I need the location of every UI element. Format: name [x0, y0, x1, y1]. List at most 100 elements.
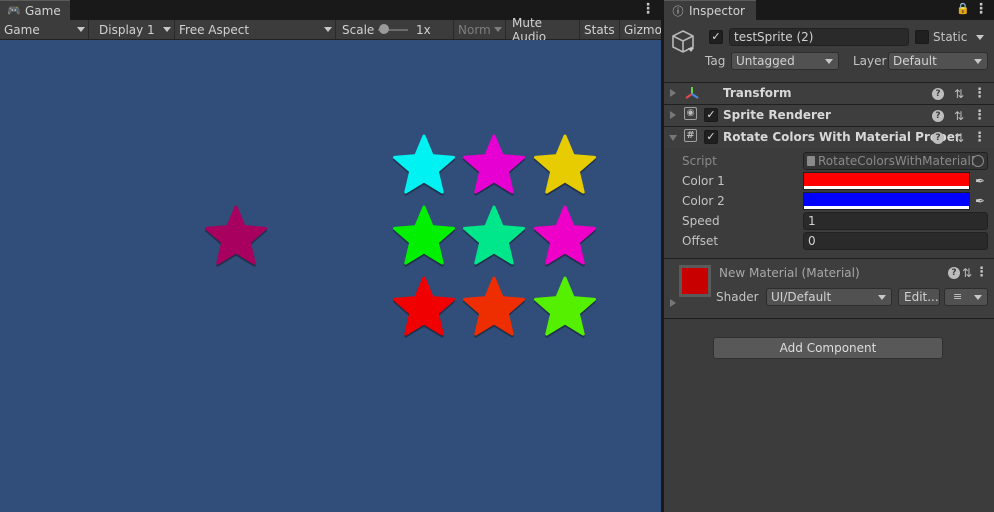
foldout-arrow-icon[interactable] [670, 111, 676, 119]
gizmos-label: Gizmo [624, 22, 661, 37]
tab-inspector[interactable]: ⓘ Inspector [664, 0, 756, 20]
static-checkbox[interactable] [915, 30, 929, 44]
scale-slider-thumb[interactable] [379, 24, 389, 34]
alpha-bar [804, 186, 969, 189]
sprite-renderer-header[interactable]: ◉ ✓ Sprite Renderer ? ⇅ ⋮ [664, 104, 994, 126]
component-menu-icon[interactable]: ⋮ [973, 86, 986, 102]
gamepad-icon: 🎮 [7, 4, 21, 17]
chevron-down-icon [494, 27, 502, 32]
script-value: RotateColorsWithMaterialP [818, 154, 979, 168]
script-hash-icon: # [684, 129, 697, 142]
list-icon: ≡ [953, 290, 963, 303]
tag-label: Tag [705, 54, 726, 68]
scale-value: 1x [416, 22, 431, 37]
star-sprite [393, 205, 455, 267]
shader-options-dropdown[interactable]: ≡ [944, 288, 988, 306]
rotate-colors-header[interactable]: # ✓ Rotate Colors With Material Proper ?… [664, 126, 994, 148]
alpha-bar [804, 206, 969, 209]
offset-label: Offset [682, 234, 719, 248]
shader-dropdown[interactable]: UI/Default [766, 288, 892, 306]
script-field[interactable]: RotateColorsWithMaterialP [803, 152, 988, 170]
chevron-down-icon [974, 295, 982, 300]
script-label: Script [682, 154, 717, 168]
chevron-down-icon [825, 59, 833, 64]
speed-label: Speed [682, 214, 720, 228]
star-sprite [534, 276, 596, 338]
divider [664, 318, 994, 319]
inspector-tab-bar: ⓘ Inspector 🔒 ⋮ [664, 0, 994, 20]
speed-input[interactable]: 1 [803, 212, 988, 230]
star-sprite [393, 134, 455, 196]
presets-icon[interactable]: ⇅ [960, 266, 974, 280]
material-title: New Material (Material) [719, 266, 860, 280]
help-icon[interactable]: ? [948, 267, 960, 279]
aspect-label: Free Aspect [179, 22, 250, 37]
component-menu-icon[interactable]: ⋮ [973, 108, 986, 124]
component-menu-icon[interactable]: ⋮ [973, 130, 986, 146]
color1-swatch[interactable] [803, 172, 970, 190]
star-sprite [534, 134, 596, 196]
layer-dropdown[interactable]: Default [888, 52, 988, 70]
layer-value: Default [893, 54, 937, 68]
static-chevron-down-icon[interactable] [976, 35, 984, 40]
foldout-arrow-icon[interactable] [670, 89, 676, 97]
chevron-down-icon [974, 59, 982, 64]
game-panel-menu-icon[interactable]: ⋮ [641, 0, 655, 20]
lock-icon[interactable]: 🔒 [956, 2, 970, 16]
game-view[interactable] [0, 40, 661, 512]
inspector-body: ✓ testSprite (2) Static Tag Untagged Lay… [664, 20, 994, 512]
foldout-arrow-icon[interactable] [670, 299, 676, 307]
sprite-renderer-enabled-checkbox[interactable]: ✓ [704, 108, 718, 122]
chevron-down-icon [77, 27, 85, 32]
offset-input[interactable]: 0 [803, 232, 988, 250]
active-checkbox[interactable]: ✓ [709, 30, 723, 44]
help-icon[interactable]: ? [932, 88, 944, 100]
color1-label: Color 1 [682, 174, 725, 188]
star-sprite [463, 134, 525, 196]
rotate-colors-title: Rotate Colors With Material Proper [723, 130, 961, 144]
info-icon: ⓘ [672, 4, 684, 18]
static-label: Static [933, 30, 968, 44]
presets-icon[interactable]: ⇅ [952, 131, 966, 145]
tab-game-label: Game [25, 3, 61, 18]
add-component-button[interactable]: Add Component [713, 337, 943, 359]
object-name-input[interactable]: testSprite (2) [729, 28, 909, 46]
scale-label: Scale [342, 22, 375, 37]
star-sprite [393, 276, 455, 338]
script-file-icon [807, 156, 815, 166]
chevron-down-icon [324, 27, 332, 32]
game-panel: 🎮 Game ⋮ Game Display 1 Free Aspect Scal… [0, 0, 661, 512]
material-section: New Material (Material) ? ⇅ ⋮ Shader UI/… [664, 258, 994, 318]
foldout-arrow-icon[interactable] [669, 135, 677, 141]
display-mode-dropdown[interactable]: Game [0, 20, 89, 39]
normal-dropdown[interactable]: Norm [454, 20, 506, 39]
object-picker-icon[interactable] [972, 155, 984, 167]
stats-label: Stats [584, 22, 615, 37]
tab-game[interactable]: 🎮 Game [0, 0, 70, 20]
color2-swatch[interactable] [803, 192, 970, 210]
help-icon[interactable]: ? [932, 132, 944, 144]
presets-icon[interactable]: ⇅ [952, 87, 966, 101]
tag-dropdown[interactable]: Untagged [731, 52, 839, 70]
color2-label: Color 2 [682, 194, 725, 208]
rotate-colors-enabled-checkbox[interactable]: ✓ [704, 130, 718, 144]
presets-icon[interactable]: ⇅ [952, 109, 966, 123]
stats-toggle[interactable]: Stats [580, 20, 620, 39]
gizmos-toggle[interactable]: Gizmo [620, 20, 661, 39]
help-icon[interactable]: ? [932, 110, 944, 122]
eyedropper-icon[interactable]: ✒ [972, 193, 988, 209]
aspect-dropdown[interactable]: Free Aspect [175, 20, 336, 39]
layer-label: Layer [853, 54, 887, 68]
transform-header[interactable]: Transform ? ⇅ ⋮ [664, 82, 994, 104]
normal-label: Norm [458, 22, 491, 37]
component-menu-icon[interactable]: ⋮ [975, 265, 988, 281]
display-dropdown[interactable]: Display 1 [89, 20, 175, 39]
shader-edit-button[interactable]: Edit... [898, 288, 940, 306]
star-sprite [463, 276, 525, 338]
mute-audio-toggle[interactable]: Mute Audio [506, 16, 580, 44]
tag-value: Untagged [736, 54, 795, 68]
eyedropper-icon[interactable]: ✒ [972, 173, 988, 189]
inspector-menu-icon[interactable]: ⋮ [974, 0, 988, 20]
icon-picker-chevron-icon[interactable] [688, 48, 694, 52]
transform-axes-icon [684, 85, 700, 101]
